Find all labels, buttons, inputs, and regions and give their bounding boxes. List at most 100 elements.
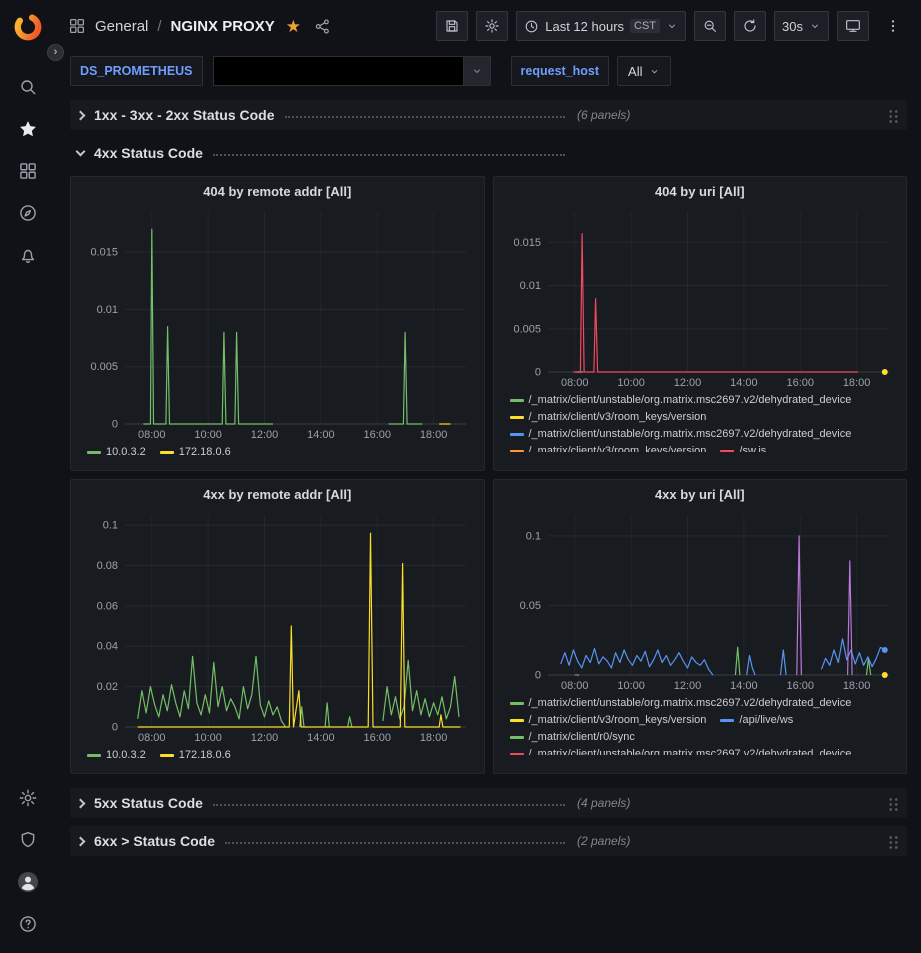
chevron-right-icon (76, 836, 86, 846)
svg-text:16:00: 16:00 (786, 377, 814, 389)
legend-item[interactable]: /_matrix/client/r0/sync (510, 729, 635, 745)
caret-down-icon (666, 20, 678, 32)
legend-item[interactable]: /_matrix/client/unstable/org.matrix.msc2… (510, 746, 852, 755)
search-icon[interactable] (8, 66, 48, 108)
panel-title[interactable]: 4xx by remote addr [All] (79, 485, 476, 505)
legend-item[interactable]: 172.18.0.6 (160, 747, 231, 763)
time-range-label: Last 12 hours (545, 19, 624, 34)
legend-series-name: /_matrix/client/v3/room_keys/version (529, 712, 707, 728)
svg-text:18:00: 18:00 (842, 377, 870, 389)
save-button[interactable] (436, 11, 468, 41)
panel-title[interactable]: 404 by uri [All] (502, 182, 899, 202)
svg-text:0: 0 (534, 367, 540, 379)
caret-down-icon (809, 20, 821, 32)
svg-text:0.01: 0.01 (97, 304, 118, 316)
row-header-6xx[interactable]: 6xx > Status Code (2 panels) (70, 826, 907, 856)
legend-swatch (87, 754, 101, 757)
settings-icon[interactable] (8, 777, 48, 819)
legend-item[interactable]: /_matrix/client/v3/room_keys/version (510, 443, 707, 452)
legend-item[interactable]: /_matrix/client/unstable/org.matrix.msc2… (510, 695, 852, 711)
legend-item[interactable]: 10.0.3.2 (87, 444, 146, 460)
dashboard-content: 1xx - 3xx - 2xx Status Code (6 panels) 4… (56, 96, 921, 856)
security-icon[interactable] (8, 819, 48, 861)
explore-icon[interactable] (8, 192, 48, 234)
svg-text:0: 0 (112, 419, 118, 431)
svg-text:16:00: 16:00 (363, 429, 391, 441)
row-panel-count: (4 panels) (577, 796, 630, 810)
variable-label-request-host: request_host (511, 56, 610, 86)
legend-series-name: /_matrix/client/unstable/org.matrix.msc2… (529, 426, 852, 442)
svg-text:12:00: 12:00 (251, 429, 279, 441)
svg-text:0.04: 0.04 (97, 641, 118, 653)
row-leader-dots (225, 842, 565, 844)
help-icon[interactable] (8, 903, 48, 945)
row-panel-count: (6 panels) (577, 108, 630, 122)
dashboard-settings-button[interactable] (476, 11, 508, 41)
legend-swatch (510, 416, 524, 419)
alerting-icon[interactable] (8, 234, 48, 276)
svg-text:16:00: 16:00 (363, 732, 391, 744)
row-header-4xx[interactable]: 4xx Status Code (70, 138, 907, 168)
svg-text:12:00: 12:00 (251, 732, 279, 744)
refresh-interval-picker[interactable]: 30s (774, 11, 829, 41)
svg-text:08:00: 08:00 (138, 732, 166, 744)
variables-row: DS_PROMETHEUS request_host All (56, 52, 921, 96)
panel-title[interactable]: 4xx by uri [All] (502, 485, 899, 505)
row-header-5xx[interactable]: 5xx Status Code (4 panels) (70, 788, 907, 818)
row-leader-dots (213, 154, 565, 156)
row-drag-handle[interactable] (888, 834, 899, 849)
row-drag-handle[interactable] (888, 108, 899, 123)
sidebar (0, 0, 56, 953)
share-icon[interactable] (314, 18, 331, 35)
timeseries-chart[interactable]: 08:0010:0012:0014:0016:0018:0000.0050.01… (502, 204, 899, 392)
legend-item[interactable]: 10.0.3.2 (87, 747, 146, 763)
breadcrumb-title[interactable]: NGINX PROXY (171, 18, 275, 35)
legend-item[interactable]: /api/live/ws (720, 712, 793, 728)
time-range-picker[interactable]: Last 12 hours CST (516, 11, 686, 41)
legend-series-name: /_matrix/client/v3/room_keys/version (529, 409, 707, 425)
dashboards-icon[interactable] (8, 150, 48, 192)
kebab-menu-button[interactable] (877, 11, 909, 41)
svg-text:0.015: 0.015 (90, 247, 118, 259)
svg-text:0.05: 0.05 (519, 600, 540, 612)
row-header-1xx-3xx-2xx[interactable]: 1xx - 3xx - 2xx Status Code (6 panels) (70, 100, 907, 130)
svg-text:10:00: 10:00 (194, 429, 222, 441)
chevron-down-icon[interactable] (463, 56, 491, 86)
avatar[interactable] (8, 861, 48, 903)
breadcrumb-section[interactable]: General (95, 18, 148, 35)
panel-grid: 404 by remote addr [All] 08:0010:0012:00… (70, 176, 907, 774)
legend-item[interactable]: 172.18.0.6 (160, 444, 231, 460)
request-host-select[interactable]: All (617, 56, 671, 86)
apps-icon[interactable] (68, 17, 86, 35)
refresh-button[interactable] (734, 11, 766, 41)
grafana-logo[interactable] (11, 10, 45, 44)
row-drag-handle[interactable] (888, 796, 899, 811)
variable-label-ds-prometheus: DS_PROMETHEUS (70, 56, 203, 86)
timeseries-chart[interactable]: 08:0010:0012:0014:0016:0018:0000.0050.01… (79, 204, 476, 444)
zoom-out-icon (702, 18, 718, 34)
chart-legend: /_matrix/client/unstable/org.matrix.msc2… (502, 392, 899, 452)
legend-item[interactable]: /sw.js (720, 443, 766, 452)
favorite-star-icon[interactable]: ★ (286, 18, 301, 35)
zoom-out-button[interactable] (694, 11, 726, 41)
caret-down-icon (649, 66, 660, 77)
svg-text:0.005: 0.005 (513, 323, 541, 335)
legend-item[interactable]: /_matrix/client/v3/room_keys/version (510, 712, 707, 728)
legend-item[interactable]: /_matrix/client/v3/room_keys/version (510, 409, 707, 425)
timeseries-chart[interactable]: 08:0010:0012:0014:0016:0018:0000.020.040… (79, 507, 476, 747)
tv-mode-button[interactable] (837, 11, 869, 41)
datasource-value-redacted[interactable] (213, 56, 463, 86)
refresh-icon (742, 18, 758, 34)
legend-swatch (510, 702, 524, 705)
datasource-select[interactable] (213, 56, 491, 86)
legend-series-name: /_matrix/client/unstable/org.matrix.msc2… (529, 746, 852, 755)
timeseries-chart[interactable]: 08:0010:0012:0014:0016:0018:0000.050.1 (502, 507, 899, 695)
breadcrumb-separator: / (157, 18, 161, 35)
legend-item[interactable]: /_matrix/client/unstable/org.matrix.msc2… (510, 392, 852, 408)
svg-text:0.1: 0.1 (525, 530, 540, 542)
starred-icon[interactable] (8, 108, 48, 150)
legend-item[interactable]: /_matrix/client/unstable/org.matrix.msc2… (510, 426, 852, 442)
svg-text:12:00: 12:00 (673, 377, 701, 389)
sidebar-expand-chevron-icon[interactable]: › (47, 44, 64, 61)
panel-title[interactable]: 404 by remote addr [All] (79, 182, 476, 202)
